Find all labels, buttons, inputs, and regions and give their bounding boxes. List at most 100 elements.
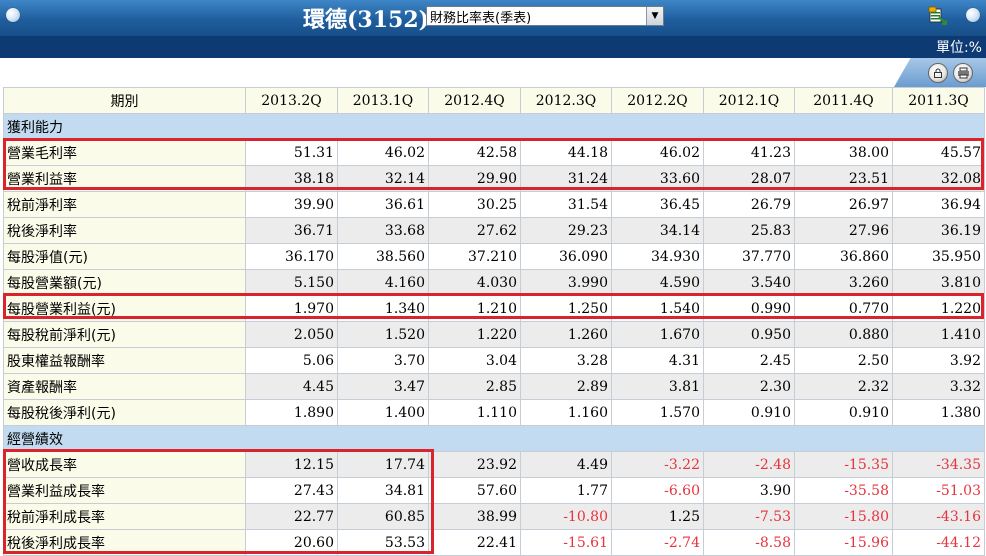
table-cell: 44.18 <box>520 139 612 166</box>
table-cell: 25.83 <box>703 217 795 244</box>
table-cell: -43.16 <box>892 503 985 530</box>
table-cell: 3.04 <box>428 347 521 374</box>
table-cell: 27.43 <box>245 477 338 504</box>
table-cell: 5.150 <box>245 269 338 296</box>
excel-export-icon[interactable] <box>928 6 948 26</box>
table-cell: 1.380 <box>892 399 985 426</box>
table-cell: 38.99 <box>428 503 521 530</box>
table-cell: 1.540 <box>611 295 704 322</box>
table-cell: 12.15 <box>245 451 338 478</box>
table-row: 每股稅後淨利(元) 1.890 1.400 1.110 1.160 1.570 0.910 0… <box>3 399 985 426</box>
table-cell: -44.12 <box>892 529 985 556</box>
table-cell: 2.50 <box>794 347 893 374</box>
table-cell: 0.910 <box>703 399 795 426</box>
table-cell: 42.58 <box>428 139 521 166</box>
table-row: 稅前淨利成長率 22.77 60.85 38.99 -10.80 1.25 -7.53 -15… <box>3 503 985 530</box>
table-cell: -8.58 <box>703 529 795 556</box>
table-cell: 36.45 <box>611 191 704 218</box>
table-cell: 5.06 <box>245 347 338 374</box>
period-col-header: 2012.3Q <box>520 87 612 114</box>
table-cell: 23.92 <box>428 451 521 478</box>
table-cell: 0.770 <box>794 295 893 322</box>
table-cell: 3.32 <box>892 373 985 400</box>
table-cell: 2.85 <box>428 373 521 400</box>
table-cell: 36.170 <box>245 243 338 270</box>
table-cell: 1.260 <box>520 321 612 348</box>
table-cell: 38.560 <box>337 243 429 270</box>
printer-icon[interactable] <box>953 63 973 83</box>
report-type-select[interactable]: 財務比率表(季表) ▼ <box>426 6 664 26</box>
section-row: 經營績效 <box>3 425 985 452</box>
table-row: 稅後淨利成長率 20.60 53.53 22.41 -15.61 -2.74 -8.58 -1… <box>3 529 985 556</box>
report-type-value: 財務比率表(季表) <box>430 10 532 26</box>
table-cell: -35.58 <box>794 477 893 504</box>
table-cell: 33.60 <box>611 165 704 192</box>
period-col-header: 2012.1Q <box>703 87 795 114</box>
tool-row <box>0 58 986 87</box>
table-cell: 46.02 <box>337 139 429 166</box>
table-row: 營業利益率 38.18 32.14 29.90 31.24 33.60 28.07 23.51… <box>3 165 985 192</box>
table-cell: 1.890 <box>245 399 338 426</box>
table-cell: -15.80 <box>794 503 893 530</box>
table-row: 每股營業利益(元) 1.970 1.340 1.210 1.250 1.540 0.990 0… <box>3 295 985 322</box>
table-row: 每股稅前淨利(元) 2.050 1.520 1.220 1.260 1.670 0.950 0… <box>3 321 985 348</box>
row-label: 營收成長率 <box>3 451 246 478</box>
table-cell: 22.41 <box>428 529 521 556</box>
table-cell: 3.70 <box>337 347 429 374</box>
table-row: 營業利益成長率 27.43 34.81 57.60 1.77 -6.60 3.90 -35.5… <box>3 477 985 504</box>
table-cell: -15.61 <box>520 529 612 556</box>
title-bar: 環德(3152) 財務比率表(季表) ▼ <box>0 0 986 36</box>
table-cell: 1.520 <box>337 321 429 348</box>
table-cell: -15.35 <box>794 451 893 478</box>
row-label: 每股稅前淨利(元) <box>3 321 246 348</box>
table-cell: -6.60 <box>611 477 704 504</box>
table-cell: 4.49 <box>520 451 612 478</box>
table-row: 每股淨值(元) 36.170 38.560 37.210 36.090 34.930 37.… <box>3 243 985 270</box>
table-row: 稅前淨利率 39.90 36.61 30.25 31.54 36.45 26.79 26.97… <box>3 191 985 218</box>
table-cell: 51.31 <box>245 139 338 166</box>
table-cell: 1.110 <box>428 399 521 426</box>
period-col-header: 2012.2Q <box>611 87 704 114</box>
row-label: 稅前淨利率 <box>3 191 246 218</box>
table-cell: 3.90 <box>703 477 795 504</box>
table-cell: 0.880 <box>794 321 893 348</box>
table-cell: 3.28 <box>520 347 612 374</box>
period-col-header: 2011.3Q <box>892 87 985 114</box>
table-cell: 36.860 <box>794 243 893 270</box>
table-cell: 3.47 <box>337 373 429 400</box>
table-cell: 2.32 <box>794 373 893 400</box>
table-cell: 57.60 <box>428 477 521 504</box>
table-cell: 4.45 <box>245 373 338 400</box>
table-cell: 31.24 <box>520 165 612 192</box>
table-cell: 22.77 <box>245 503 338 530</box>
table-cell: 36.94 <box>892 191 985 218</box>
lock-icon[interactable] <box>928 63 948 83</box>
table-cell: 39.90 <box>245 191 338 218</box>
table-cell: 0.910 <box>794 399 893 426</box>
table-cell: 0.990 <box>703 295 795 322</box>
table-cell: 3.81 <box>611 373 704 400</box>
table-cell: 32.14 <box>337 165 429 192</box>
table-cell: -10.80 <box>520 503 612 530</box>
unit-label: 單位:% <box>935 40 982 56</box>
table-cell: 1.400 <box>337 399 429 426</box>
table-cell: 38.00 <box>794 139 893 166</box>
table-cell: -34.35 <box>892 451 985 478</box>
table-row: 營收成長率 12.15 17.74 23.92 4.49 -3.22 -2.48 -15.35… <box>3 451 985 478</box>
table-cell: 1.25 <box>611 503 704 530</box>
table-cell: 1.220 <box>892 295 985 322</box>
row-label: 股東權益報酬率 <box>3 347 246 374</box>
table-cell: 36.090 <box>520 243 612 270</box>
row-label: 稅後淨利率 <box>3 217 246 244</box>
chevron-down-icon[interactable]: ▼ <box>646 7 663 25</box>
table-cell: 37.770 <box>703 243 795 270</box>
table-cell: 35.950 <box>892 243 985 270</box>
table-cell: 34.81 <box>337 477 429 504</box>
table-cell: 41.23 <box>703 139 795 166</box>
table-cell: 1.410 <box>892 321 985 348</box>
row-label: 每股淨值(元) <box>3 243 246 270</box>
row-label: 稅前淨利成長率 <box>3 503 246 530</box>
table-cell: 29.23 <box>520 217 612 244</box>
table-cell: 27.62 <box>428 217 521 244</box>
table-cell: 3.92 <box>892 347 985 374</box>
